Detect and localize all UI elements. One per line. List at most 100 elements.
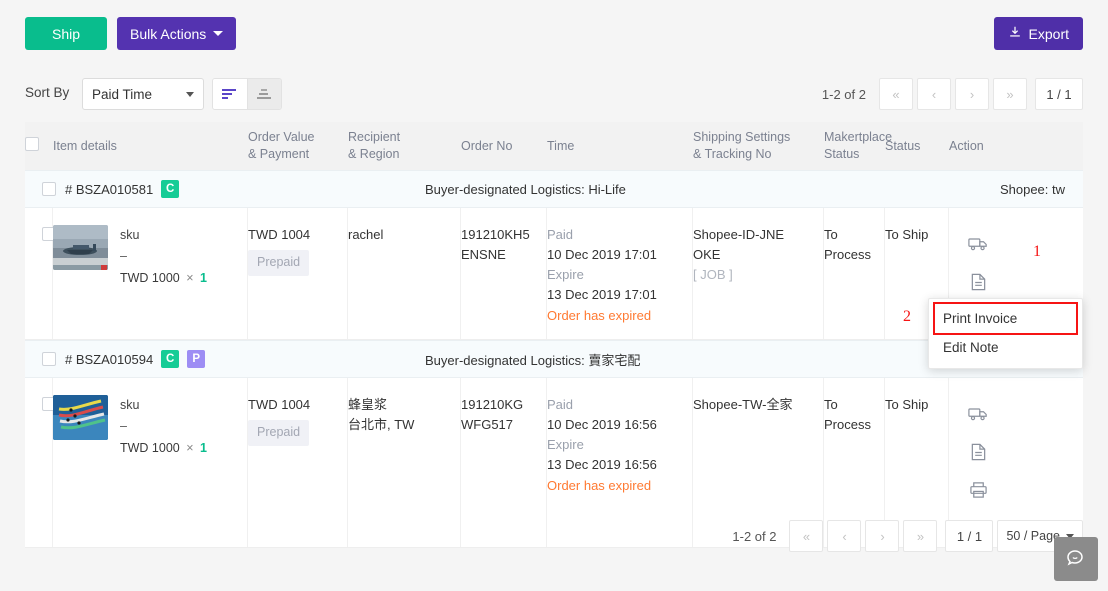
page-indicator-top[interactable]: 1 / 1 xyxy=(1035,78,1083,110)
expire-value: 13 Dec 2019 17:01 xyxy=(547,287,657,303)
menu-item-print-invoice[interactable]: Print Invoice xyxy=(933,302,1078,335)
row-checkbox-cell xyxy=(25,378,56,547)
shipping-line2: OKE xyxy=(693,247,721,263)
order-badge-c: C xyxy=(161,350,180,368)
pagination-range-top: 1-2 of 2 xyxy=(821,86,866,102)
cell-order-no: 191210KG WFG517 xyxy=(461,378,547,547)
cell-order-value: TWD 1004 Prepaid xyxy=(248,208,348,339)
expired-note: Order has expired xyxy=(547,477,652,493)
product-thumbnail-airplane[interactable] xyxy=(53,225,108,270)
cell-time: Paid 10 Dec 2019 17:01 Expire 13 Dec 201… xyxy=(547,208,693,339)
order-logistics: Buyer-designated Logistics: Hi-Life xyxy=(425,181,626,197)
header-item-details: Item details xyxy=(53,138,117,153)
table-header-row: Item details Order Value & Payment Recip… xyxy=(25,122,1083,170)
pagination-range-bottom: 1-2 of 2 xyxy=(732,528,777,544)
sort-descending-button[interactable] xyxy=(213,79,247,109)
order-no-line1: 191210KG xyxy=(461,397,524,412)
sort-by-select[interactable]: Paid Time xyxy=(82,78,204,110)
pagination-bottom: 1-2 of 2 « ‹ › » 1 / 1 50 / Page xyxy=(732,520,1083,552)
cell-item-details: sku – TWD 1000 × 1 xyxy=(53,208,248,339)
download-icon xyxy=(1008,25,1022,42)
prev-page-button-top[interactable]: ‹ xyxy=(917,78,951,110)
multiply-icon: × xyxy=(186,270,194,285)
header-action: Action xyxy=(949,138,984,153)
recipient-name: 蜂皇浆 xyxy=(348,397,388,412)
table-row: sku – TWD 1000 × 1 TWD 1004 Prepaid rach… xyxy=(25,208,1083,339)
export-button[interactable]: Export xyxy=(993,17,1083,50)
order-no-line2: ENSNE xyxy=(461,247,506,263)
shipping-line1: Shopee-TW-全家 xyxy=(693,397,793,412)
cell-marketplace-status: To Process xyxy=(824,208,885,339)
prev-page-button-bottom[interactable]: ‹ xyxy=(827,520,862,552)
export-label: Export xyxy=(1028,25,1069,42)
annotation-step-2: 2 xyxy=(903,308,911,325)
payment-badge: Prepaid xyxy=(248,420,310,446)
multiply-icon: × xyxy=(186,440,194,455)
truck-icon[interactable] xyxy=(958,225,998,263)
sort-by-label: Sort By xyxy=(25,85,70,100)
tracking-no: [ JOB ] xyxy=(693,267,733,283)
action-dropdown-menu: Print Invoice Edit Note xyxy=(928,298,1083,369)
sort-ascending-button[interactable] xyxy=(247,79,281,109)
order-header: # BSZA010581 C Buyer-designated Logistic… xyxy=(25,170,1083,208)
header-time: Time xyxy=(547,138,575,153)
document-icon[interactable] xyxy=(958,433,998,471)
order-header: # BSZA010594 C P Buyer-designated Logist… xyxy=(25,340,1083,378)
truck-icon[interactable] xyxy=(958,395,998,433)
paid-value: 10 Dec 2019 17:01 xyxy=(547,247,657,263)
recipient-name: rachel xyxy=(348,227,384,242)
item-quantity: 1 xyxy=(200,440,207,455)
order-no-line1: 191210KH5 xyxy=(461,227,530,242)
menu-item-edit-note[interactable]: Edit Note xyxy=(929,333,1082,362)
ship-button[interactable]: Ship xyxy=(25,17,107,50)
item-sku: sku xyxy=(120,228,140,242)
recipient-region: 台北市, TW xyxy=(348,417,415,433)
expired-note: Order has expired xyxy=(547,307,652,323)
order-logistics: Buyer-designated Logistics: 賣家宅配 xyxy=(425,352,641,368)
item-dash: – xyxy=(120,419,127,434)
last-page-button-top[interactable]: » xyxy=(993,78,1027,110)
annotation-step-1: 1 xyxy=(1033,243,1041,260)
payment-badge: Prepaid xyxy=(248,250,310,276)
order-group: # BSZA010594 C P Buyer-designated Logist… xyxy=(25,340,1083,548)
sort-direction-group xyxy=(212,78,282,110)
order-group: # BSZA010581 C Buyer-designated Logistic… xyxy=(25,170,1083,340)
printer-icon[interactable] xyxy=(958,471,998,509)
order-select-checkbox[interactable] xyxy=(42,182,56,196)
item-dash: – xyxy=(120,249,127,264)
header-order-value: Order Value & Payment xyxy=(248,130,315,161)
first-page-button-bottom[interactable]: « xyxy=(789,520,824,552)
shipping-line1: Shopee-ID-JNE xyxy=(693,227,785,242)
row-checkbox-cell xyxy=(25,208,56,339)
order-select-checkbox[interactable] xyxy=(42,352,56,366)
first-page-button-top[interactable]: « xyxy=(879,78,913,110)
order-id: # BSZA010594 xyxy=(65,351,154,367)
document-icon[interactable] xyxy=(958,263,998,301)
bulk-actions-button[interactable]: Bulk Actions xyxy=(117,17,237,50)
product-thumbnail-jets[interactable] xyxy=(53,395,108,440)
order-value-amount: TWD 1004 xyxy=(248,227,311,242)
header-shipping-settings: Shipping Settings & Tracking No xyxy=(693,130,791,161)
next-page-button-bottom[interactable]: › xyxy=(865,520,900,552)
order-shop: Shopee: tw xyxy=(999,181,1065,197)
cell-shipping-settings: Shopee-ID-JNE OKE [ JOB ] xyxy=(693,208,824,339)
header-status: Status xyxy=(885,138,921,153)
chevron-down-icon xyxy=(186,91,194,97)
chevron-down-icon xyxy=(213,31,224,36)
expire-label: Expire xyxy=(547,437,584,453)
per-page-value: 50 / Page xyxy=(1006,529,1060,543)
last-page-button-bottom[interactable]: » xyxy=(903,520,938,552)
cell-recipient: rachel xyxy=(348,208,461,339)
next-page-button-top[interactable]: › xyxy=(955,78,989,110)
item-price: TWD 1000 xyxy=(120,270,180,285)
page-indicator-bottom[interactable]: 1 / 1 xyxy=(945,520,994,552)
marketplace-status-value: To Process xyxy=(824,227,871,263)
expire-value: 13 Dec 2019 16:56 xyxy=(547,457,657,473)
item-quantity: 1 xyxy=(200,270,207,285)
order-value-amount: TWD 1004 xyxy=(248,397,311,412)
select-all-checkbox[interactable] xyxy=(25,136,39,151)
order-id: # BSZA010581 xyxy=(65,181,154,197)
item-price-qty: TWD 1000 × 1 xyxy=(120,268,207,289)
chat-widget-button[interactable] xyxy=(1054,537,1098,581)
item-sku: sku xyxy=(120,398,140,412)
